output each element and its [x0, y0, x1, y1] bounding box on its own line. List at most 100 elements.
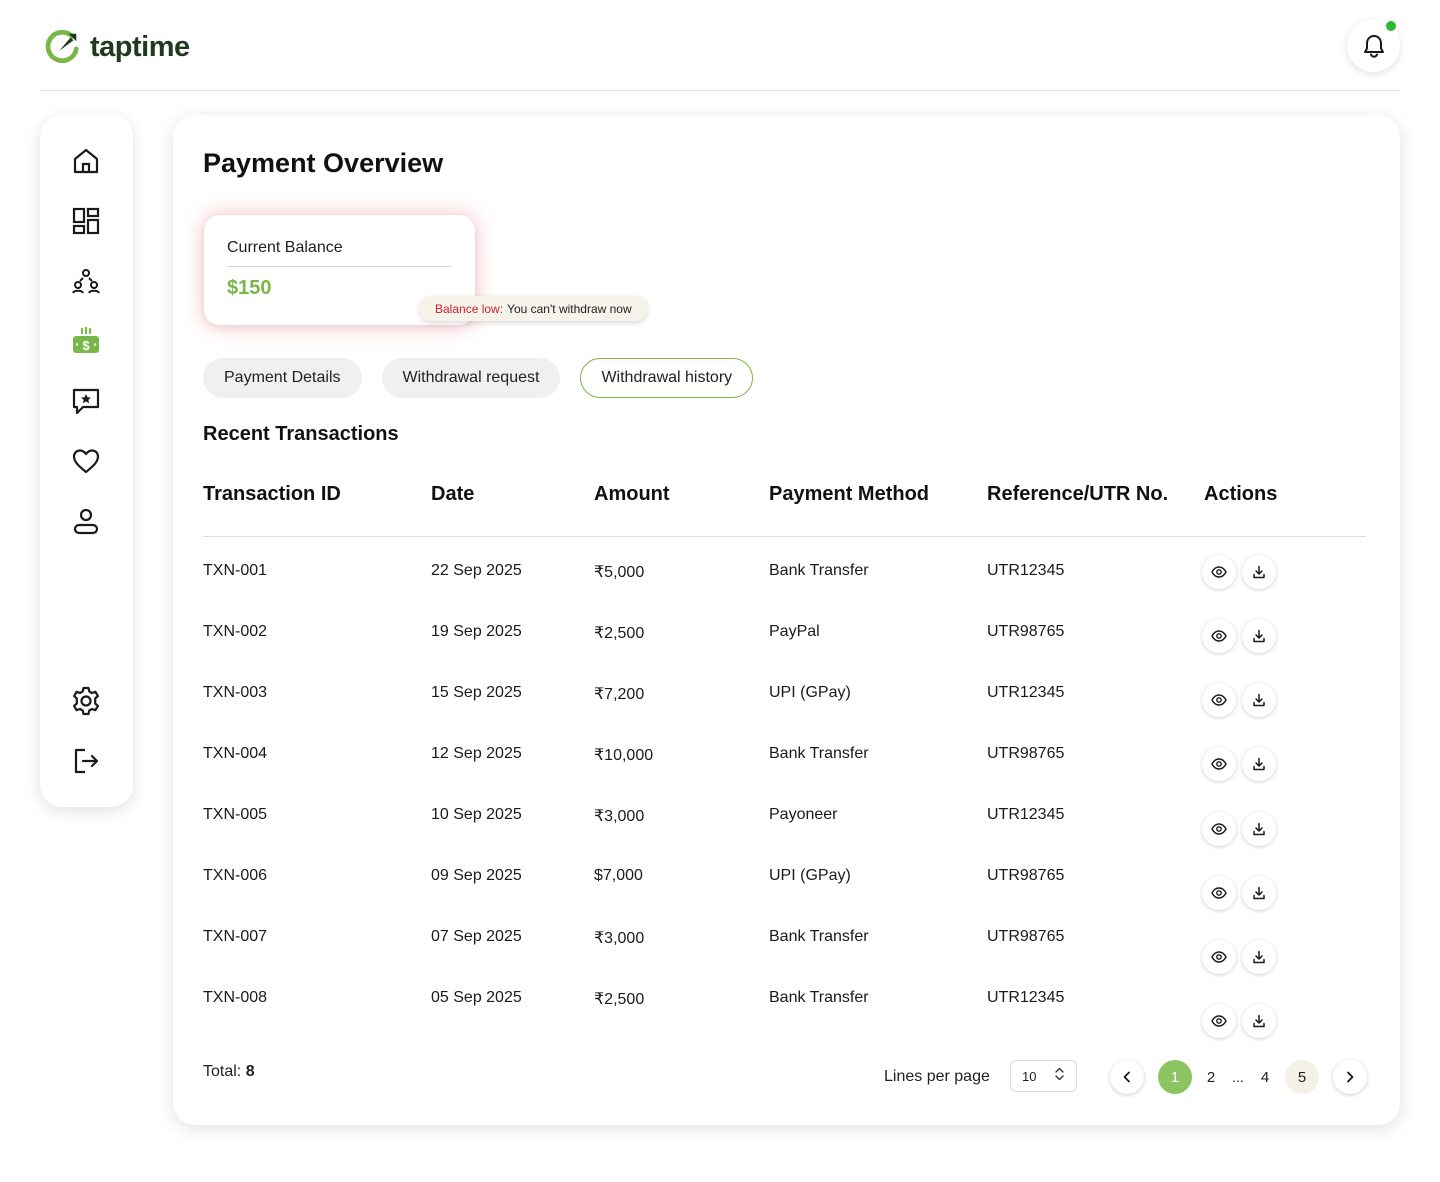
- table-header: Transaction ID Date Amount Payment Metho…: [203, 481, 1366, 537]
- cell-transaction-id: TXN-003: [203, 684, 268, 701]
- total-count: Total: 8: [203, 1063, 255, 1081]
- download-button[interactable]: [1242, 683, 1276, 717]
- cell-date: 15 Sep 2025: [431, 684, 522, 701]
- sidebar-item-payments[interactable]: $: [69, 324, 103, 358]
- total-label: Total:: [203, 1063, 242, 1080]
- cell-amount: ₹7,200: [594, 686, 645, 703]
- download-button[interactable]: [1242, 1004, 1276, 1038]
- app-name: taptime: [90, 30, 190, 63]
- page-button-5[interactable]: 5: [1285, 1060, 1319, 1094]
- cell-reference: UTR98765: [987, 867, 1065, 884]
- tab-payment-details[interactable]: Payment Details: [203, 358, 362, 398]
- cell-amount: $7,000: [594, 867, 643, 884]
- heart-icon: [72, 449, 100, 474]
- view-button[interactable]: [1202, 1004, 1236, 1038]
- cell-date: 10 Sep 2025: [431, 806, 522, 823]
- download-button[interactable]: [1242, 619, 1276, 653]
- cell-payment-method: Bank Transfer: [769, 989, 869, 1006]
- tab-withdrawal-request[interactable]: Withdrawal request: [381, 358, 561, 398]
- cell-payment-method: Bank Transfer: [769, 745, 869, 762]
- balance-label: Current Balance: [227, 239, 343, 256]
- sidebar-item-dashboard[interactable]: [69, 204, 103, 238]
- payment-tabs: Payment Details Withdrawal request Withd…: [203, 358, 754, 398]
- tab-withdrawal-history[interactable]: Withdrawal history: [580, 358, 754, 398]
- page-button-2[interactable]: 2: [1194, 1060, 1228, 1094]
- balance-value: $150: [227, 277, 272, 299]
- view-button[interactable]: [1202, 747, 1236, 781]
- top-header: taptime: [40, 0, 1400, 91]
- bell-icon: [1363, 34, 1384, 58]
- view-button[interactable]: [1202, 940, 1236, 974]
- money-icon: $: [73, 326, 99, 353]
- cell-reference: UTR12345: [987, 989, 1065, 1006]
- lines-per-page-select[interactable]: 10: [1010, 1060, 1077, 1092]
- download-icon: [1253, 822, 1265, 836]
- view-button[interactable]: [1202, 876, 1236, 910]
- cell-amount: ₹3,000: [594, 930, 645, 947]
- page-button-1[interactable]: 1: [1158, 1060, 1192, 1094]
- chat-star-icon: [72, 388, 100, 415]
- cell-reference: UTR98765: [987, 745, 1065, 762]
- cell-reference: UTR98765: [987, 928, 1065, 945]
- sidebar-item-community[interactable]: [69, 264, 103, 298]
- cell-transaction-id: TXN-004: [203, 745, 268, 762]
- cell-transaction-id: TXN-002: [203, 623, 268, 640]
- cell-amount: ₹3,000: [594, 808, 645, 825]
- sidebar-item-favorites[interactable]: [69, 444, 103, 478]
- page-title: Payment Overview: [203, 148, 444, 178]
- download-button[interactable]: [1242, 940, 1276, 974]
- column-header-amount: Amount: [594, 483, 670, 505]
- table-row: TXN-003 15 Sep 2025 ₹7,200 UPI (GPay) UTR123…: [203, 683, 1366, 745]
- download-button[interactable]: [1242, 747, 1276, 781]
- sidebar-item-reviews[interactable]: [69, 384, 103, 418]
- lines-per-page-value: 10: [1022, 1068, 1037, 1084]
- notification-button[interactable]: [1347, 19, 1400, 72]
- cell-amount: ₹2,500: [594, 625, 645, 642]
- cell-date: 07 Sep 2025: [431, 928, 522, 945]
- page-ellipsis: ...: [1232, 1069, 1244, 1085]
- download-button[interactable]: [1242, 876, 1276, 910]
- cell-date: 22 Sep 2025: [431, 562, 522, 579]
- eye-icon: [1211, 694, 1227, 706]
- cell-amount: ₹2,500: [594, 991, 645, 1008]
- cell-payment-method: UPI (GPay): [769, 684, 851, 701]
- sort-chevrons-icon: [1055, 1067, 1064, 1081]
- cell-payment-method: Bank Transfer: [769, 562, 869, 579]
- sidebar-item-settings[interactable]: [69, 684, 103, 718]
- sidebar-item-home[interactable]: [69, 144, 103, 178]
- table-row: TXN-002 19 Sep 2025 ₹2,500 PayPal UTR98765: [203, 619, 1366, 684]
- download-button[interactable]: [1242, 812, 1276, 846]
- cell-date: 05 Sep 2025: [431, 989, 522, 1006]
- people-icon: [72, 269, 100, 294]
- eye-icon: [1211, 1015, 1227, 1027]
- cell-payment-method: UPI (GPay): [769, 867, 851, 884]
- column-header-method: Payment Method: [769, 483, 930, 505]
- download-icon: [1253, 693, 1265, 707]
- chevron-right-icon: [1347, 1071, 1354, 1083]
- cell-reference: UTR12345: [987, 806, 1065, 823]
- home-icon: [73, 148, 99, 174]
- cell-reference: UTR12345: [987, 684, 1065, 701]
- next-page-button[interactable]: [1333, 1060, 1367, 1094]
- cell-payment-method: Payoneer: [769, 806, 838, 823]
- eye-icon: [1211, 823, 1227, 835]
- cell-transaction-id: TXN-007: [203, 928, 268, 945]
- sidebar-item-logout[interactable]: [69, 744, 103, 778]
- cell-transaction-id: TXN-001: [203, 562, 268, 579]
- download-button[interactable]: [1242, 555, 1276, 589]
- previous-page-button[interactable]: [1110, 1060, 1144, 1094]
- download-icon: [1253, 1014, 1265, 1028]
- logo-icon: [45, 29, 79, 64]
- view-button[interactable]: [1202, 812, 1236, 846]
- balance-warning-text: You can't withdraw now: [507, 301, 632, 316]
- page-button-4[interactable]: 4: [1248, 1060, 1282, 1094]
- view-button[interactable]: [1202, 683, 1236, 717]
- sidebar: $: [40, 115, 133, 807]
- cell-amount: ₹10,000: [594, 747, 654, 764]
- logo[interactable]: taptime: [44, 28, 190, 66]
- sidebar-item-profile[interactable]: [69, 504, 103, 538]
- logout-icon: [74, 748, 99, 774]
- view-button[interactable]: [1202, 555, 1236, 589]
- download-icon: [1253, 950, 1265, 964]
- view-button[interactable]: [1202, 619, 1236, 653]
